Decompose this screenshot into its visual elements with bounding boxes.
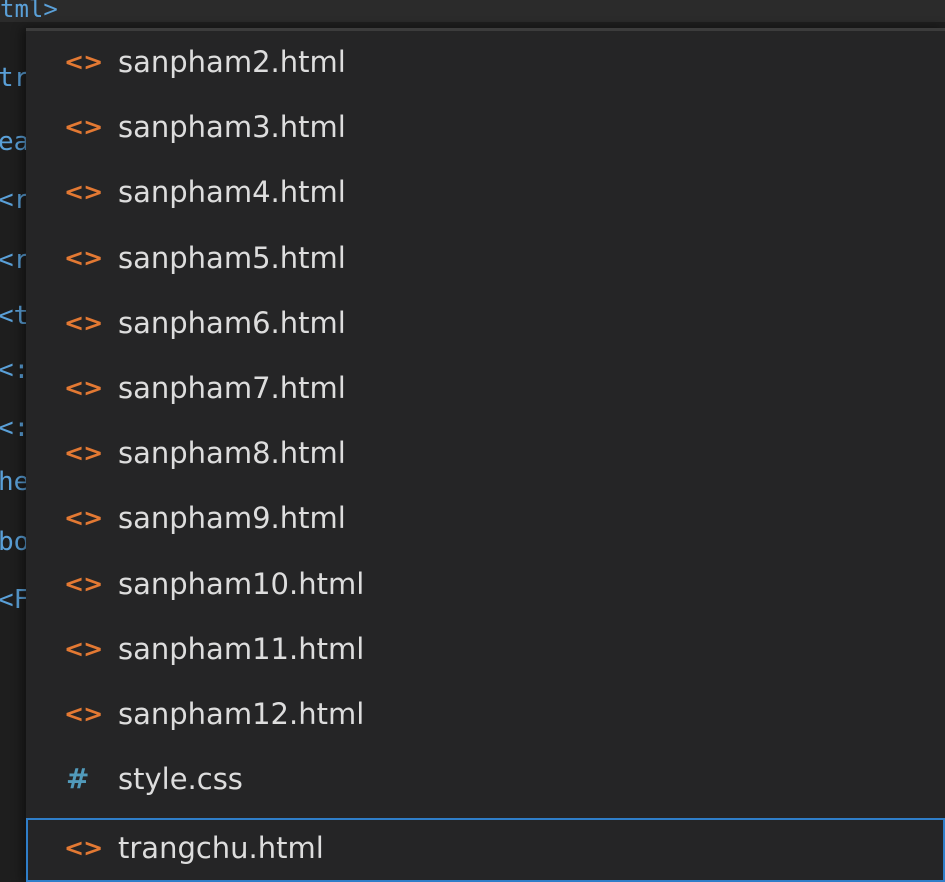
editor-code-fragment: <r: [0, 185, 28, 215]
editor-code-fragment: bo: [0, 527, 28, 557]
file-name-label: sanpham6.html: [118, 306, 346, 340]
file-list-item[interactable]: <> trangchu.html: [26, 818, 945, 882]
editor-code-fragment: <:: [0, 413, 28, 443]
file-name-label: sanpham2.html: [118, 45, 346, 79]
file-name-label: sanpham3.html: [118, 110, 346, 144]
file-list-item[interactable]: <> sanpham12.html: [26, 684, 945, 744]
file-name-label: sanpham5.html: [118, 241, 346, 275]
editor-code-fragment: <:: [0, 355, 28, 385]
html-file-icon: <>: [64, 48, 103, 76]
html-file-icon: <>: [64, 113, 103, 141]
file-list-item[interactable]: <> sanpham3.html: [26, 97, 945, 157]
editor-code-fragment: <r: [0, 245, 28, 275]
file-list-item[interactable]: <> sanpham7.html: [26, 358, 945, 418]
file-list-item[interactable]: <> sanpham4.html: [26, 162, 945, 222]
editor-code-fragment: he: [0, 467, 28, 497]
file-name-label: sanpham8.html: [118, 436, 346, 470]
file-list-item[interactable]: <> sanpham9.html: [26, 488, 945, 548]
file-name-label: sanpham12.html: [118, 697, 365, 731]
editor-breadcrumb-bar: [0, 0, 945, 22]
html-file-icon: <>: [64, 244, 103, 272]
file-name-label: sanpham4.html: [118, 175, 346, 209]
file-name-label: sanpham11.html: [118, 632, 365, 666]
file-name-label: sanpham7.html: [118, 371, 346, 405]
file-name-label: trangchu.html: [118, 831, 324, 865]
editor-code-fragment: <F: [0, 585, 28, 615]
css-file-icon: #: [66, 762, 89, 795]
file-name-label: sanpham9.html: [118, 501, 346, 535]
html-file-icon: <>: [64, 374, 103, 402]
html-file-icon: <>: [64, 700, 103, 728]
file-list-item[interactable]: <> sanpham5.html: [26, 228, 945, 288]
screenshot: tml> tr ea <r <r <t <: <: he bo <F <> sanpham2.htm…: [0, 0, 945, 882]
html-file-icon: <>: [64, 635, 103, 663]
file-list-item[interactable]: <> sanpham8.html: [26, 423, 945, 483]
editor-code-fragment: tr: [0, 63, 28, 93]
picker-divider: [26, 28, 945, 31]
file-list-item[interactable]: <> sanpham2.html: [26, 32, 945, 92]
file-list-item[interactable]: <> sanpham6.html: [26, 293, 945, 353]
html-file-icon: <>: [64, 309, 103, 337]
file-name-label: style.css: [118, 762, 243, 796]
file-picker-dropdown[interactable]: <> sanpham2.html <> sanpham3.html <> sanpham4…: [26, 28, 945, 882]
editor-code-fragment: <t: [0, 301, 28, 331]
html-file-icon: <>: [64, 834, 103, 862]
file-list-item[interactable]: <> sanpham11.html: [26, 619, 945, 679]
html-file-icon: <>: [64, 439, 103, 467]
html-file-icon: <>: [64, 178, 103, 206]
file-list-item[interactable]: <> sanpham10.html: [26, 554, 945, 614]
file-list-item[interactable]: # style.css: [26, 749, 945, 809]
html-file-icon: <>: [64, 504, 103, 532]
file-name-label: sanpham10.html: [118, 567, 365, 601]
editor-code-fragment: tml>: [0, 0, 58, 23]
editor-code-fragment: ea: [0, 127, 28, 157]
html-file-icon: <>: [64, 570, 103, 598]
